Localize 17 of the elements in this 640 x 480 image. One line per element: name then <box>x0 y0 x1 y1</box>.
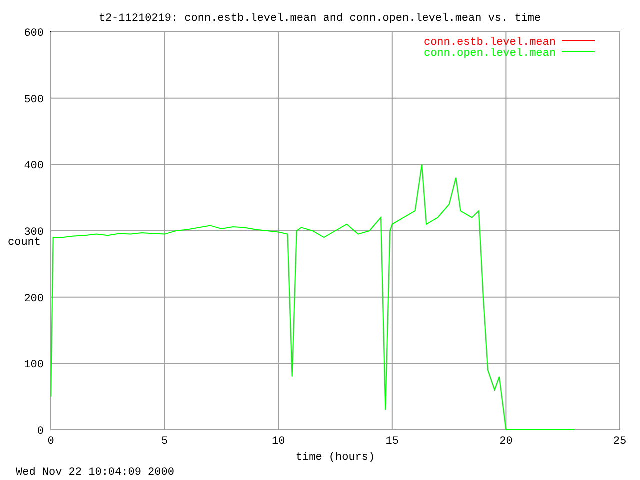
y-tick-label: 300 <box>24 227 44 239</box>
y-tick-label: 100 <box>24 360 44 372</box>
x-tick-label: 25 <box>613 436 627 448</box>
y-tick-label: 0 <box>37 426 44 438</box>
y-tick-label: 500 <box>24 94 44 106</box>
x-tick-label: 10 <box>272 436 286 448</box>
x-tick-label: 0 <box>48 436 54 448</box>
x-tick-label: 15 <box>386 436 399 448</box>
chart-title: t2-11210219: conn.estb.level.mean and conn.open.level.mean vs. time <box>98 13 542 25</box>
y-axis-title: count <box>8 237 42 249</box>
y-tick-label: 600 <box>24 28 44 40</box>
x-axis-title: time (hours) <box>296 452 376 464</box>
y-tick-label: 400 <box>24 160 44 173</box>
x-tick-label: 20 <box>500 436 513 448</box>
timestamp: Wed Nov 22 10:04:09 2000 <box>16 467 174 479</box>
x-tick-label: 5 <box>162 436 168 448</box>
y-tick-label: 200 <box>24 293 44 306</box>
